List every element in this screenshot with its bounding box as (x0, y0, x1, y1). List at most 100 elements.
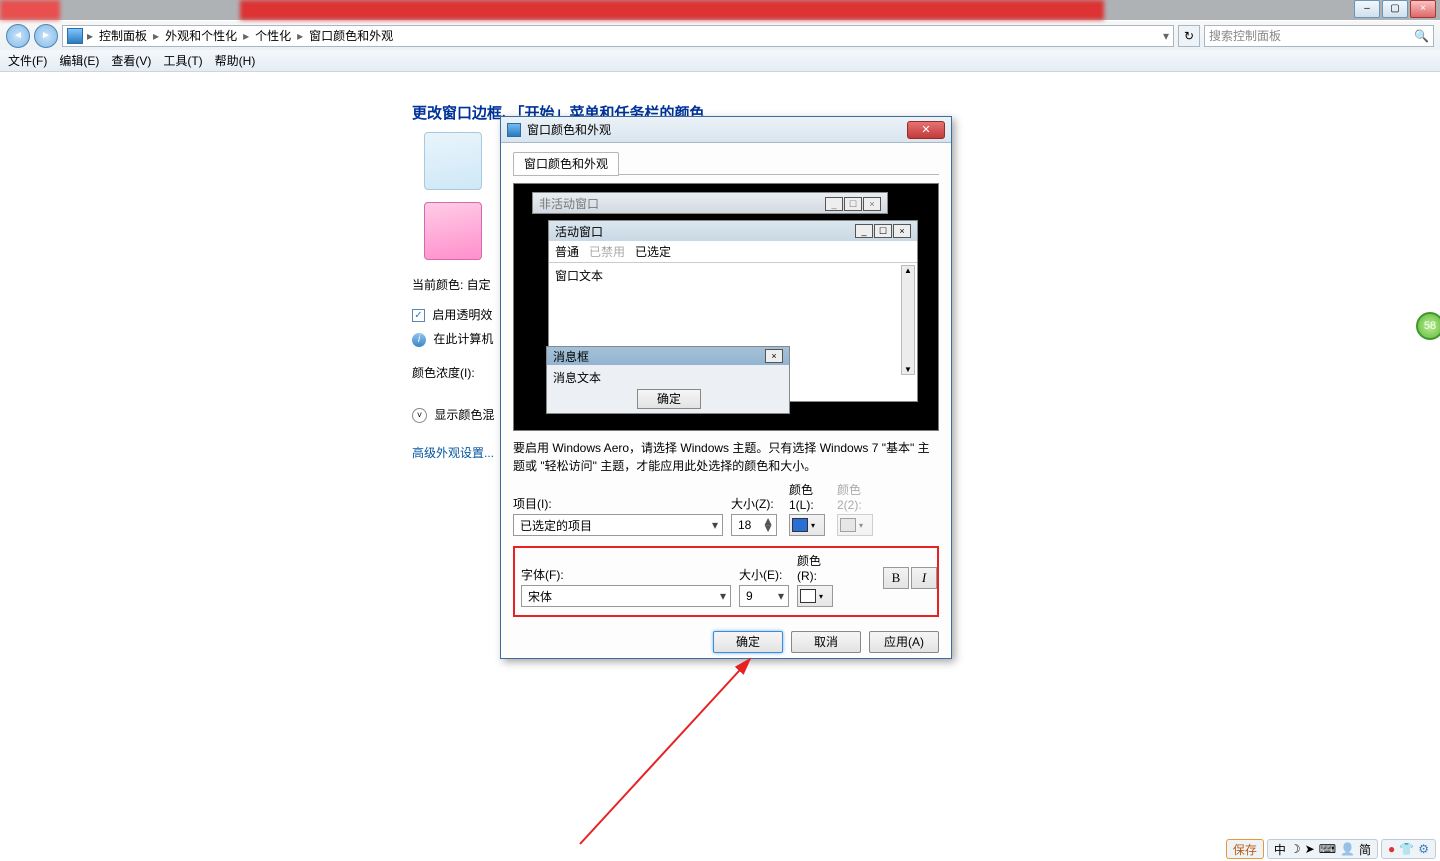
color2-swatch (840, 518, 856, 532)
ok-button[interactable]: 确定 (713, 631, 783, 653)
item-combobox[interactable]: 已选定的项目 ▾ (513, 514, 723, 536)
refresh-button[interactable]: ↻ (1178, 25, 1200, 47)
preview-menu-normal: 普通 (555, 243, 579, 260)
transparency-label: 启用透明效 (432, 308, 492, 322)
color-swatch-sky[interactable] (424, 132, 482, 190)
window-close-button[interactable]: × (1410, 0, 1436, 18)
caret-icon: ▾ (720, 589, 726, 603)
preview-window-text: 窗口文本 (555, 269, 603, 283)
window-minimize-button[interactable]: – (1354, 0, 1380, 18)
spin-arrows-icon: ▲▼ (762, 518, 774, 532)
info-icon: i (412, 333, 426, 347)
ime-jian-icon[interactable]: 简 (1359, 841, 1371, 858)
font-value: 宋体 (528, 588, 552, 605)
address-bar[interactable]: ▸ 控制面板 ▸ 外观和个性化 ▸ 个性化 ▸ 窗口颜色和外观 ▾ (62, 25, 1174, 47)
ime-user-icon[interactable]: 👤 (1340, 842, 1355, 856)
menu-edit[interactable]: 编辑(E) (59, 52, 99, 69)
dialog-titlebar[interactable]: 窗口颜色和外观 ✕ (501, 117, 951, 143)
crumb-sep: ▸ (151, 29, 161, 43)
address-dropdown-icon[interactable]: ▾ (1163, 29, 1169, 43)
font-size-value: 9 (746, 589, 753, 603)
ptn-max-icon: ☐ (874, 224, 892, 238)
ime-cn-icon[interactable]: 中 (1274, 841, 1286, 858)
cancel-button[interactable]: 取消 (791, 631, 861, 653)
dialog-title-text: 窗口颜色和外观 (527, 121, 611, 138)
menu-file[interactable]: 文件(F) (8, 52, 47, 69)
floating-badge[interactable]: 58 (1416, 312, 1440, 340)
font-color-button[interactable]: ▾ (797, 585, 833, 607)
menu-view[interactable]: 查看(V) (111, 52, 151, 69)
font-color-label: 颜色(R): (797, 552, 837, 583)
tray-ime-group[interactable]: 中 ☽ ➤ ⌨ 👤 简 (1267, 839, 1378, 859)
ime-moon-icon[interactable]: ☽ (1290, 842, 1301, 856)
crumb-control-panel[interactable]: 控制面板 (97, 27, 149, 44)
search-input[interactable]: 搜索控制面板 🔍 (1204, 25, 1434, 47)
menu-help[interactable]: 帮助(H) (215, 52, 256, 69)
ime-tray: 保存 中 ☽ ➤ ⌨ 👤 简 ● 👕 ⚙ (1226, 839, 1436, 859)
preview-message-box: 消息框 × 消息文本 确定 (546, 346, 790, 414)
caret-icon: ▾ (712, 518, 718, 532)
tray-settings-icon[interactable]: ⚙ (1418, 842, 1429, 856)
bold-button[interactable]: B (883, 567, 909, 589)
crumb-sep: ▸ (295, 29, 305, 43)
window-maximize-button[interactable]: ▢ (1382, 0, 1408, 18)
intensity-label: 颜色浓度(I): (412, 366, 475, 380)
title-blur-mid (240, 0, 1104, 20)
italic-button[interactable]: I (911, 567, 937, 589)
ptn-max-icon: ☐ (844, 197, 862, 211)
color2-button: ▾ (837, 514, 873, 536)
nav-forward-button[interactable]: ► (34, 24, 58, 48)
crumb-personalization[interactable]: 个性化 (253, 27, 293, 44)
ptn-min-icon: _ (825, 197, 843, 211)
transparency-checkbox[interactable]: ✓ (412, 309, 425, 322)
active-window-title: 活动窗口 (555, 223, 603, 240)
crumb-sep: ▸ (85, 29, 95, 43)
menu-tools[interactable]: 工具(T) (163, 52, 202, 69)
tray-skin-icon[interactable]: 👕 (1399, 842, 1414, 856)
crumb-sep: ▸ (241, 29, 251, 43)
ptn-close-icon: × (893, 224, 911, 238)
color2-label: 颜色 2(2): (837, 481, 877, 512)
item-value: 已选定的项目 (520, 517, 592, 534)
msgbox-title: 消息框 (553, 348, 589, 365)
nav-back-button[interactable]: ◄ (6, 24, 30, 48)
tray-extra-group[interactable]: ● 👕 ⚙ (1381, 839, 1436, 859)
ptn-close-icon: × (863, 197, 881, 211)
tab-window-color[interactable]: 窗口颜色和外观 (513, 152, 619, 176)
menu-bar: 文件(F) 编辑(E) 查看(V) 工具(T) 帮助(H) (0, 50, 1440, 72)
caret-icon: ▾ (859, 521, 863, 530)
expander-label[interactable]: 显示颜色混 (434, 408, 494, 422)
ime-punct-icon[interactable]: ➤ (1305, 842, 1315, 856)
inactive-window-title: 非活动窗口 (539, 195, 599, 212)
font-combobox[interactable]: 宋体 ▾ (521, 585, 731, 607)
ime-keyboard-icon[interactable]: ⌨ (1319, 842, 1336, 856)
color-swatch-pink[interactable] (424, 202, 482, 260)
size-label: 大小(Z): (731, 495, 781, 512)
hardware-note: 在此计算机 (433, 332, 493, 346)
caret-icon: ▾ (811, 521, 815, 530)
expander-icon[interactable]: ˅ (412, 408, 427, 423)
search-placeholder: 搜索控制面板 (1209, 27, 1281, 44)
color1-button[interactable]: ▾ (789, 514, 825, 536)
crumb-window-color[interactable]: 窗口颜色和外观 (307, 27, 395, 44)
highlighted-region: 字体(F): 宋体 ▾ 大小(E): 9 ▾ 颜 (513, 546, 939, 617)
msgbox-ok-button: 确定 (637, 389, 701, 409)
caret-icon: ▾ (819, 592, 823, 601)
caret-icon: ▾ (778, 589, 784, 603)
advanced-appearance-link[interactable]: 高级外观设置... (412, 446, 494, 460)
tray-record-icon[interactable]: ● (1388, 842, 1395, 856)
color1-swatch (792, 518, 808, 532)
preview-menu-disabled: 已禁用 (589, 243, 625, 260)
item-label: 项目(I): (513, 495, 723, 512)
preview-menu-selected: 已选定 (635, 243, 671, 260)
crumb-appearance[interactable]: 外观和个性化 (163, 27, 239, 44)
font-size-combobox[interactable]: 9 ▾ (739, 585, 789, 607)
ptn-min-icon: _ (855, 224, 873, 238)
preview-inactive-window: 非活动窗口 _ ☐ × (532, 192, 888, 214)
tray-save[interactable]: 保存 (1226, 839, 1264, 859)
dialog-close-button[interactable]: ✕ (907, 121, 945, 139)
current-color-label: 当前颜色: 自定 (412, 278, 491, 292)
size-spinner[interactable]: 18 ▲▼ (731, 514, 777, 536)
apply-button[interactable]: 应用(A) (869, 631, 939, 653)
msgbox-text: 消息文本 (547, 365, 789, 390)
